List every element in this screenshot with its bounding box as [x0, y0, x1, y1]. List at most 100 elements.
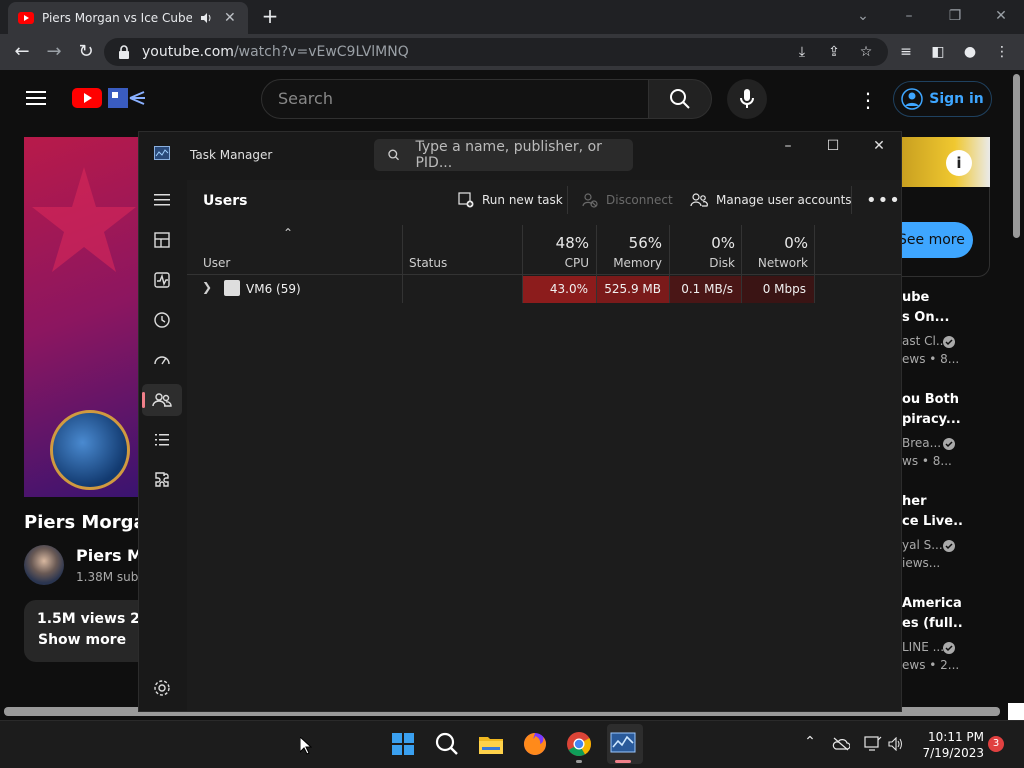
channel-name[interactable]: Piers Mo — [76, 546, 138, 565]
page-title: Users — [203, 193, 248, 209]
disconnect-button[interactable]: Disconnect — [582, 192, 673, 208]
volume-icon[interactable] — [888, 737, 904, 751]
task-manager-search-placeholder: Type a name, publisher, or PID... — [415, 139, 602, 171]
disk-cell: 0.1 MB/s — [670, 276, 741, 303]
manage-user-accounts-button[interactable]: Manage user accounts — [690, 192, 852, 208]
performance-icon[interactable] — [150, 268, 174, 292]
nav-active-indicator — [142, 392, 145, 408]
task-manager-title: Task Manager — [190, 148, 273, 162]
app-history-icon[interactable] — [150, 308, 174, 332]
new-tab-button[interactable]: + — [258, 4, 282, 28]
share-icon[interactable]: ⇪ — [824, 42, 844, 62]
services-icon[interactable] — [150, 468, 174, 492]
back-arrow-icon[interactable]: ← — [10, 40, 34, 64]
processes-icon[interactable] — [150, 228, 174, 252]
tab-close-icon[interactable]: ✕ — [224, 10, 236, 26]
description-box[interactable] — [24, 600, 138, 662]
disconnect-icon — [582, 193, 598, 208]
hamburger-menu-icon[interactable] — [26, 90, 46, 106]
channel-avatar[interactable] — [24, 545, 64, 585]
cpu-total-percent: 48% — [555, 234, 589, 252]
youtube-settings-icon[interactable]: ⋮ — [858, 88, 878, 112]
info-icon[interactable]: i — [946, 150, 972, 176]
column-header-disk[interactable]: Disk — [670, 256, 735, 270]
onedrive-offline-icon[interactable] — [832, 737, 850, 751]
file-explorer-icon[interactable] — [477, 730, 505, 758]
recommendation-title[interactable]: her — [902, 492, 962, 512]
clock-date: 7/19/2023 — [922, 746, 984, 760]
disk-total-percent: 0% — [711, 234, 735, 252]
memory-cell: 525.9 MB — [597, 276, 669, 303]
reload-icon[interactable]: ↻ — [74, 40, 98, 64]
vertical-scrollbar[interactable] — [1013, 74, 1020, 238]
network-cell: 0 Mbps — [742, 276, 814, 303]
youtube-search-input[interactable]: Search — [261, 79, 649, 119]
task-manager-taskbar-icon[interactable] — [610, 731, 636, 755]
side-panel-icon[interactable]: ◧ — [928, 42, 948, 62]
browser-restore-button[interactable]: ❐ — [940, 4, 970, 28]
clock-time: 10:11 PM — [928, 730, 984, 744]
speaker-icon[interactable] — [200, 12, 212, 24]
chrome-icon[interactable] — [565, 730, 593, 758]
more-options-icon[interactable]: ••• — [866, 190, 901, 211]
recommendation-meta: ws • 8... — [902, 454, 952, 468]
firefox-icon[interactable] — [521, 730, 549, 758]
recommendation-title[interactable]: piracy... — [902, 410, 962, 430]
expand-chevron-icon[interactable]: ❯ — [202, 280, 216, 296]
voice-search-button[interactable] — [727, 79, 767, 119]
network-icon[interactable] — [864, 736, 882, 752]
sort-ascending-icon[interactable]: ⌃ — [283, 226, 293, 240]
browser-tab[interactable]: Piers Morgan vs Ice Cube | T ✕ — [8, 2, 248, 34]
task-manager-search-input[interactable]: Type a name, publisher, or PID... — [374, 139, 633, 171]
recommendation-title[interactable]: ce Live... — [902, 512, 962, 532]
bookmark-star-icon[interactable]: ☆ — [856, 42, 876, 62]
recommendation-title[interactable]: ube — [902, 288, 962, 308]
browser-minimize-button[interactable]: – — [894, 4, 924, 28]
task-manager-close-button[interactable]: ✕ — [864, 138, 894, 154]
startup-apps-icon[interactable] — [150, 348, 174, 372]
system-clock[interactable]: 10:11 PM 7/19/2023 — [912, 729, 984, 761]
recommendation-title[interactable]: es (full... — [902, 614, 962, 634]
recommendation-meta: ews • 8... — [902, 352, 960, 366]
recommendation-title[interactable]: s On... — [902, 308, 962, 328]
details-icon[interactable] — [150, 428, 174, 452]
task-manager-maximize-button[interactable]: ☐ — [818, 138, 848, 154]
recommendation-title[interactable]: ou Both — [902, 390, 962, 410]
task-manager-minimize-button[interactable]: – — [773, 138, 803, 154]
youtube-doodle-icon[interactable] — [106, 86, 146, 110]
column-header-network[interactable]: Network — [742, 256, 808, 270]
show-hidden-icons-chevron-icon[interactable]: ⌃ — [800, 734, 820, 754]
youtube-logo-icon[interactable] — [72, 88, 102, 108]
run-new-task-label: Run new task — [482, 193, 563, 207]
profile-icon[interactable]: ● — [960, 42, 980, 62]
forward-arrow-icon[interactable]: → — [42, 40, 66, 64]
windows-start-icon[interactable] — [389, 730, 417, 758]
install-app-icon[interactable]: ⤓ — [792, 42, 812, 62]
column-header-memory[interactable]: Memory — [597, 256, 662, 270]
browser-menu-icon[interactable]: ⋮ — [992, 42, 1012, 62]
settings-gear-icon[interactable] — [150, 676, 174, 700]
youtube-search-button[interactable] — [648, 79, 712, 119]
address-bar[interactable]: youtube.com/watch?v=vEwC9LVlMNQ — [104, 38, 888, 66]
media-controls-icon[interactable]: ≡ — [896, 42, 916, 62]
users-icon[interactable] — [150, 388, 174, 412]
notification-badge[interactable]: 3 — [988, 736, 1004, 752]
sign-in-button[interactable]: Sign in — [893, 81, 992, 117]
url-host: youtube.com — [142, 44, 234, 60]
browser-close-button[interactable]: ✕ — [986, 4, 1016, 28]
task-manager-app-icon — [154, 146, 170, 160]
subscriber-count: 1.38M subs — [76, 570, 138, 584]
column-header-status[interactable]: Status — [409, 256, 447, 270]
user-account-icon — [224, 280, 240, 296]
run-new-task-button[interactable]: Run new task — [458, 192, 563, 208]
tab-search-icon[interactable]: ⌄ — [848, 4, 878, 28]
hamburger-menu-icon[interactable] — [150, 188, 174, 212]
lock-icon[interactable] — [118, 45, 130, 59]
windows-search-icon[interactable] — [433, 730, 461, 758]
column-header-user[interactable]: User — [203, 256, 230, 270]
cpu-cell: 43.0% — [523, 276, 596, 303]
column-header-cpu[interactable]: CPU — [523, 256, 589, 270]
recommendation-title[interactable]: American — [902, 594, 962, 614]
verified-badge-icon — [943, 642, 955, 654]
show-more-button[interactable]: Show more — [38, 632, 126, 648]
